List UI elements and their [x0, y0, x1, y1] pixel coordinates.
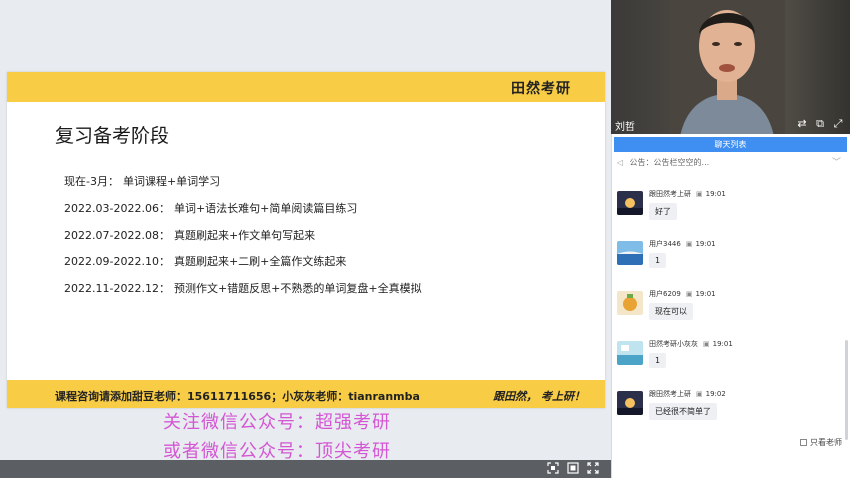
plan-task: 单词+语法长难句+简单阅读篇目练习	[173, 202, 358, 215]
expand-icon[interactable]: ⤢	[832, 118, 844, 130]
plan-task: 预测作文+错题反思+不熟悉的单词复盘+全真模拟	[173, 282, 422, 295]
announcement-bar[interactable]: ◁ 公告：公告栏空空的... ﹀	[617, 155, 843, 171]
message-time: 19:01	[695, 290, 716, 298]
plan-date: 现在-3月：	[64, 175, 119, 188]
chat-message: 用户6209 ▣ 19:01 现在可以	[617, 278, 837, 326]
plan-date: 2022.07-2022.08：	[64, 229, 170, 242]
message-text: 现在可以	[649, 303, 693, 320]
teacher-video: 刘哲 ⇄ ⧉ ⤢	[611, 0, 850, 134]
plan-row: 2022.03-2022.06： 单词+语法长难句+简单阅读篇目练习	[64, 200, 357, 216]
message-sender: 田然考研小灰灰 ▣ 19:01	[649, 340, 733, 348]
chat-scrollbar[interactable]	[845, 340, 848, 440]
message-text: 好了	[649, 203, 677, 220]
avatar	[617, 341, 643, 365]
chat-message: 田然考研小灰灰 ▣ 19:01 1	[617, 328, 837, 376]
message-sender: 用户3446 ▣ 19:01	[649, 240, 716, 248]
role-icon: ▣	[696, 190, 703, 198]
role-icon: ▣	[685, 290, 693, 298]
brand-title: 田然考研	[511, 81, 571, 97]
message-sender: 用户6209 ▣ 19:01	[649, 290, 716, 298]
window-mode-icon[interactable]	[566, 462, 580, 476]
message-time: 19:02	[705, 390, 726, 398]
fullscreen-icon[interactable]	[586, 462, 600, 476]
plan-task: 真题刷起来+作文单句写起来	[173, 229, 316, 242]
plan-row: 2022.11-2022.12： 预测作文+错题反思+不熟悉的单词复盘+全真模拟	[64, 280, 422, 296]
tab-chat-list[interactable]: 聊天列表	[614, 137, 847, 152]
message-text: 1	[649, 253, 667, 268]
avatar	[617, 191, 643, 215]
message-text: 1	[649, 353, 667, 368]
message-time: 19:01	[705, 190, 726, 198]
slide-footer: 课程咨询请添加甜豆老师：15611711656；小灰灰老师：tianranmba…	[7, 380, 605, 408]
message-text: 已经很不简单了	[649, 403, 717, 420]
chat-message: 用户3446 ▣ 19:01 1	[617, 228, 837, 276]
speaker-icon: ◁	[617, 158, 624, 167]
chat-list[interactable]: 跟田然考上研 ▣ 19:01 好了 用户3446 ▣ 19:01 1 用户6209 ▣ 19…	[611, 178, 850, 438]
plan-row: 现在-3月： 单词课程+单词学习	[64, 173, 220, 189]
panel-divider	[611, 134, 612, 478]
teacher-name: 刘哲	[615, 122, 635, 133]
avatar	[617, 241, 643, 265]
plan-task: 真题刷起来+二刷+全篇作文练起来	[173, 255, 347, 268]
plan-row: 2022.07-2022.08： 真题刷起来+作文单句写起来	[64, 227, 315, 243]
only-teacher-checkbox[interactable]: 只看老师	[800, 437, 842, 448]
player-control-bar	[0, 460, 611, 478]
role-icon: ▣	[703, 340, 710, 348]
plan-date: 2022.03-2022.06：	[64, 202, 170, 215]
avatar	[617, 291, 643, 315]
avatar	[617, 391, 643, 415]
message-sender: 跟田然考上研 ▣ 19:02	[649, 390, 726, 398]
checkbox-icon[interactable]	[800, 439, 807, 446]
chat-message: 跟田然考上研 ▣ 19:01 好了	[617, 178, 837, 226]
role-icon: ▣	[696, 390, 703, 398]
watermark-line-1: 关注微信公众号：超强考研	[163, 412, 391, 433]
slide-title: 复习备考阶段	[55, 125, 170, 147]
slide: 田然考研 复习备考阶段 现在-3月： 单词课程+单词学习 2022.03-2022…	[7, 72, 605, 408]
popout-icon[interactable]: ⧉	[814, 118, 826, 130]
announcement-text: 公告：公告栏空空的...	[629, 158, 710, 167]
presentation-stage: 田然考研 复习备考阶段 现在-3月： 单词课程+单词学习 2022.03-2022…	[0, 0, 611, 462]
footer-slogan: 跟田然， 考上研！	[493, 390, 585, 403]
plan-date: 2022.11-2022.12：	[64, 282, 170, 295]
switch-camera-icon[interactable]: ⇄	[796, 118, 808, 130]
message-time: 19:01	[695, 240, 716, 248]
message-time: 19:01	[712, 340, 733, 348]
plan-date: 2022.09-2022.10：	[64, 255, 170, 268]
side-panel: 刘哲 ⇄ ⧉ ⤢ 聊天列表 ◁ 公告：公告栏空空的... ﹀ 跟田然考上研 ▣ 19…	[611, 0, 850, 478]
only-teacher-label: 只看老师	[810, 438, 842, 447]
role-icon: ▣	[685, 240, 693, 248]
fit-screen-icon[interactable]	[546, 462, 560, 476]
teacher-camera-image	[669, 0, 785, 134]
chat-message: 跟田然考上研 ▣ 19:02 已经很不简单了	[617, 378, 837, 426]
chevron-down-icon[interactable]: ﹀	[832, 155, 841, 171]
plan-task: 单词课程+单词学习	[122, 175, 221, 188]
plan-row: 2022.09-2022.10： 真题刷起来+二刷+全篇作文练起来	[64, 253, 346, 269]
slide-header: 田然考研	[7, 72, 605, 102]
message-sender: 跟田然考上研 ▣ 19:01	[649, 190, 726, 198]
footer-contact: 课程咨询请添加甜豆老师：15611711656；小灰灰老师：tianranmba	[55, 390, 420, 403]
